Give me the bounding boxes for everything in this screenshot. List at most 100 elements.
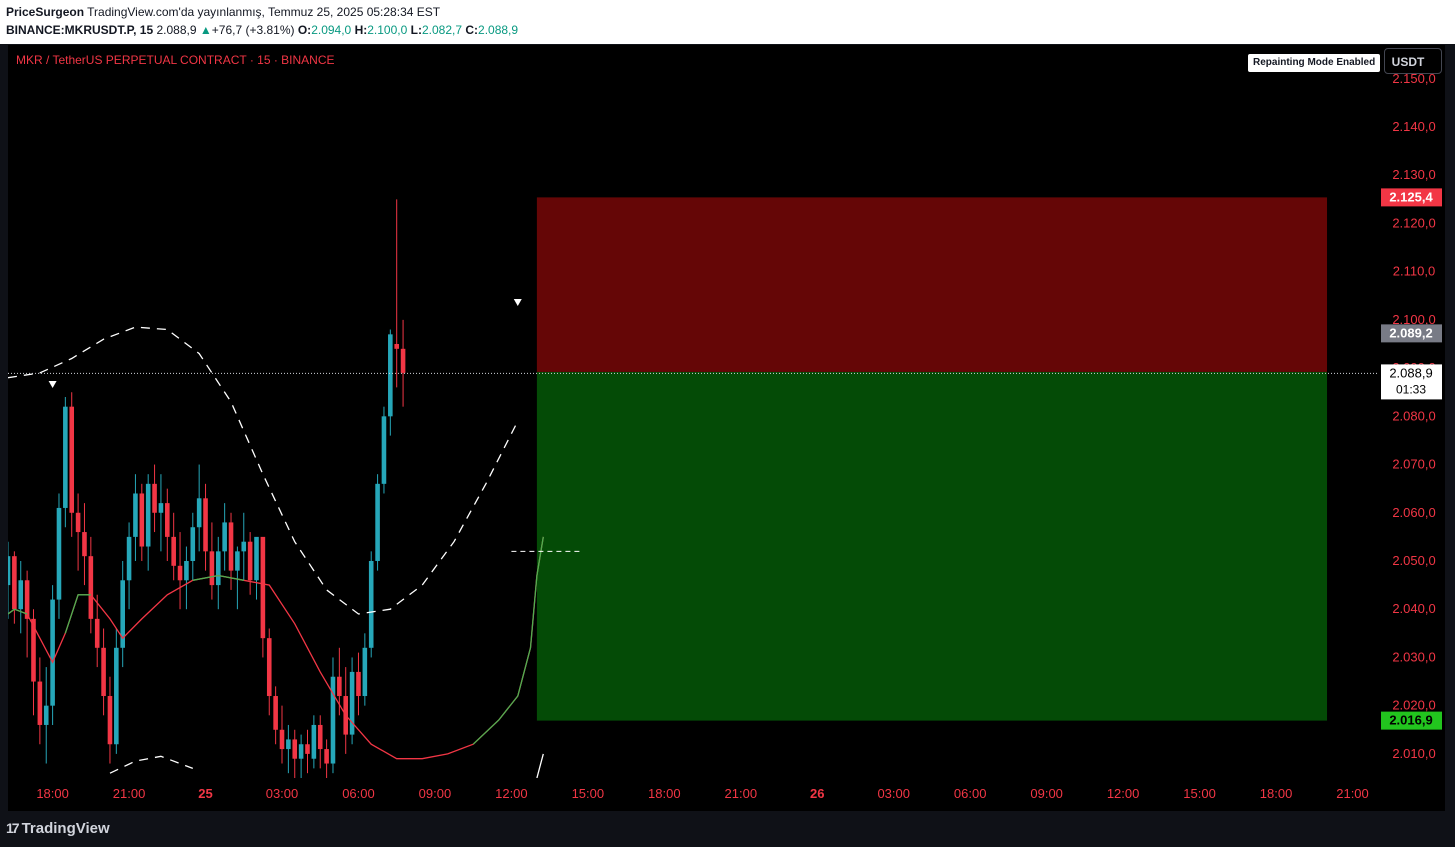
candle-body: [279, 729, 285, 750]
x-tick-label: 18:00: [648, 786, 681, 801]
candle-body: [165, 503, 170, 537]
candle-body: [266, 638, 272, 697]
x-tick-label: 21:00: [725, 786, 758, 801]
candle-body: [215, 551, 221, 586]
candle-body: [101, 647, 106, 697]
stop-loss-zone: [536, 197, 1328, 372]
candle-body: [139, 493, 145, 547]
currency-label: USDT: [1391, 55, 1425, 69]
candle-body: [337, 676, 342, 697]
candle-body: [82, 532, 87, 557]
trend-line-green-segment: [8, 608, 28, 615]
x-tick-label: 12:00: [495, 786, 528, 801]
candle-body: [152, 483, 157, 513]
candle-body: [114, 647, 119, 745]
repainting-badge: Repainting Mode Enabled: [1248, 54, 1381, 72]
candle-body: [107, 696, 113, 745]
candle-body: [171, 536, 176, 566]
current-price-label: 2.088,9: [1389, 365, 1432, 380]
candle-body: [158, 503, 164, 513]
candle-body: [203, 498, 208, 552]
candle-body: [400, 348, 406, 373]
y-tick-label: 2.060,0: [1392, 505, 1435, 520]
candle-body: [381, 416, 387, 484]
y-tick-label: 2.010,0: [1392, 746, 1435, 761]
footer: [0, 811, 1455, 847]
y-tick-label: 2.140,0: [1392, 119, 1435, 134]
candle-body: [368, 560, 374, 648]
sell-signal-icon: [48, 381, 57, 389]
candle-body: [317, 724, 323, 750]
candle-body: [311, 724, 317, 759]
candle-body: [75, 512, 81, 533]
candle-body: [69, 406, 75, 513]
x-tick-label: 15:00: [572, 786, 605, 801]
marker-price-label: 2.089,2: [1389, 325, 1432, 340]
price-chart[interactable]: 2.150,02.140,02.130,02.120,02.110,02.100…: [0, 0, 1455, 811]
x-tick-label: 18:00: [1260, 786, 1293, 801]
candle-body: [247, 541, 253, 581]
candle-body: [292, 739, 298, 759]
x-tick-label: 21:00: [113, 786, 146, 801]
candle-body: [222, 522, 227, 552]
sell-signal-icon: [513, 299, 522, 307]
x-tick-label: 18:00: [36, 786, 69, 801]
candle-body: [126, 536, 132, 581]
y-tick-label: 2.130,0: [1392, 167, 1435, 182]
candle-body: [88, 556, 94, 619]
target-price-label: 2.016,9: [1389, 713, 1432, 728]
lower-envelope-line: [109, 755, 194, 774]
y-tick-label: 2.020,0: [1392, 698, 1435, 713]
candle-body: [260, 536, 266, 639]
candle-body: [394, 343, 399, 349]
candle-body: [209, 551, 215, 586]
tradingview-logo-icon: 17: [6, 820, 20, 836]
take-profit-zone: [536, 371, 1328, 721]
candle-body: [12, 556, 17, 610]
candle-body: [305, 744, 310, 754]
candle-body: [196, 498, 202, 528]
candle-body: [298, 744, 304, 759]
x-tick-label: 03:00: [266, 786, 299, 801]
logo-text: TradingView: [21, 819, 110, 837]
countdown-label: 01:33: [1396, 382, 1426, 396]
candle-body: [241, 541, 247, 552]
candle-body: [133, 493, 138, 537]
candle-body: [94, 618, 100, 648]
candle-body: [145, 483, 151, 547]
tradingview-logo[interactable]: 17 TradingView: [6, 819, 110, 837]
candle-body: [37, 681, 43, 725]
chart-legend-title: MKR / TetherUS PERPETUAL CONTRACT · 15 ·…: [16, 53, 335, 67]
y-tick-label: 2.050,0: [1392, 553, 1435, 568]
x-tick-label: 21:00: [1336, 786, 1369, 801]
candle-body: [63, 406, 68, 508]
currency-button[interactable]: USDT: [1384, 48, 1442, 74]
candle-body: [286, 739, 291, 750]
candle-body: [273, 696, 278, 730]
candle-body: [254, 536, 259, 581]
candle-body: [56, 507, 62, 600]
candle-body: [18, 580, 24, 610]
x-tick-label: 09:00: [419, 786, 452, 801]
x-tick-label: 26: [810, 786, 824, 801]
x-tick-label: 25: [198, 786, 212, 801]
y-tick-label: 2.040,0: [1392, 601, 1435, 616]
y-tick-label: 2.110,0: [1393, 264, 1435, 279]
candle-body: [50, 599, 55, 706]
x-tick-label: 15:00: [1183, 786, 1216, 801]
candle-body: [356, 671, 361, 697]
stop-price-label: 2.125,4: [1389, 189, 1433, 204]
y-tick-label: 2.070,0: [1392, 457, 1435, 472]
candle-body: [8, 556, 11, 586]
x-tick-label: 12:00: [1107, 786, 1140, 801]
candle-body: [375, 483, 380, 561]
x-tick-label: 06:00: [954, 786, 987, 801]
x-tick-label: 09:00: [1030, 786, 1063, 801]
x-tick-label: 06:00: [342, 786, 375, 801]
candle-body: [228, 522, 234, 571]
candle-body: [388, 334, 393, 417]
y-tick-label: 2.080,0: [1392, 408, 1435, 423]
candle-body: [43, 705, 49, 725]
candle-body: [184, 560, 189, 581]
lower-envelope-tail: [536, 753, 544, 778]
